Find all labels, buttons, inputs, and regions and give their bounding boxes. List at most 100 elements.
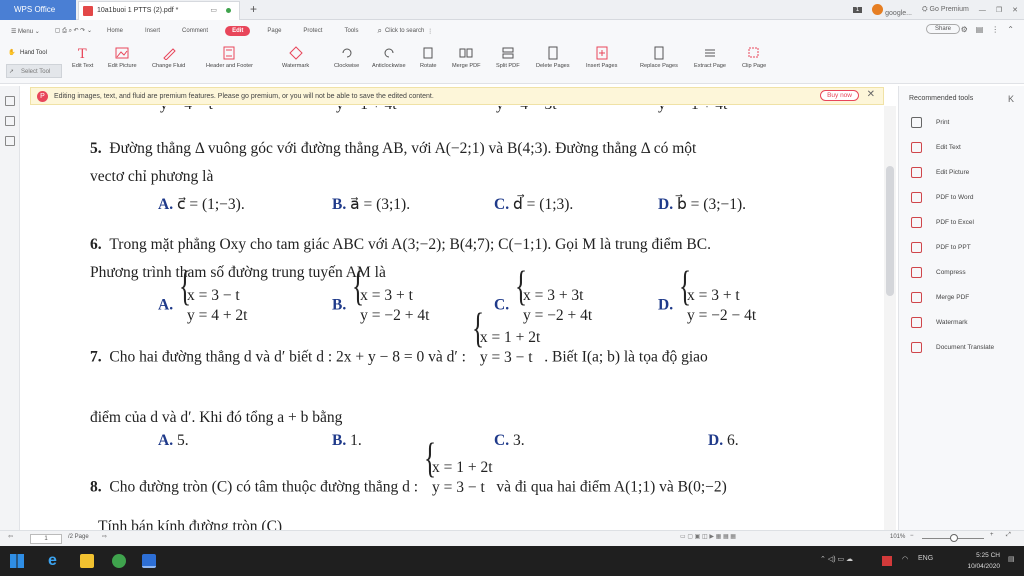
buy-now-button[interactable]: Buy now (820, 90, 859, 101)
rp-print[interactable]: Print (899, 110, 1024, 135)
edit-text-tool[interactable]: T Edit Text (72, 46, 93, 69)
rp-merge-pdf[interactable]: Merge PDF (899, 285, 1024, 310)
monitor-icon[interactable]: ▭ (210, 2, 217, 20)
selection-tools: ✋ Hand Tool ➚ Select Tool (6, 46, 62, 78)
tray-icons[interactable]: ⌃ ◁) ▭ ☁ (820, 555, 853, 563)
q5-option-c: C. d⃗ = (1;3). (494, 195, 573, 214)
file-explorer-icon[interactable] (80, 554, 94, 568)
pen-icon (162, 48, 176, 60)
account-button[interactable]: google... (872, 3, 912, 17)
zoom-in-icon[interactable]: + (990, 532, 994, 538)
q6-d-row1: x = 3 + t (686, 287, 740, 304)
go-premium-button[interactable]: ⛭ Go Premium (922, 6, 969, 14)
page-number-input[interactable]: 1 (30, 534, 62, 544)
prev-fragment-c: y = 4 − 3t (496, 106, 557, 114)
wifi-icon[interactable]: ◠ (902, 555, 908, 563)
close-window-button[interactable]: ✕ (1012, 6, 1018, 14)
fullscreen-icon[interactable]: ⤢ (1006, 532, 1011, 539)
menu-tools[interactable]: Tools (333, 28, 369, 34)
rp-edit-picture[interactable]: Edit Picture (899, 160, 1024, 185)
select-tool-label: Select Tool (21, 69, 51, 75)
split-pdf-tool[interactable]: Split PDF (496, 46, 520, 69)
merge-pdf-tool[interactable]: Merge PDF (452, 46, 481, 69)
zoom-slider-handle[interactable] (950, 534, 958, 542)
thumbnail-icon[interactable] (4, 116, 15, 126)
vertical-scrollbar[interactable] (884, 106, 896, 530)
extract-page-tool[interactable]: Extract Page (694, 46, 726, 69)
rp-pdf-to-ppt-label: PDF to PPT (936, 244, 971, 251)
change-fluid-tool[interactable]: Change Fluid (152, 46, 185, 69)
q6-b-label: B. (332, 296, 347, 314)
zoom-out-icon[interactable]: − (910, 533, 914, 539)
rp-pdf-to-excel[interactable]: PDF to Excel (899, 210, 1024, 235)
menu-protect[interactable]: Protect (292, 28, 333, 34)
q7-row1: x = 1 + 2t (479, 329, 541, 346)
new-tab-button[interactable]: + (250, 2, 257, 16)
language-indicator[interactable]: ENG (918, 555, 933, 562)
q6-option-a: A. x = 3 − t y = 4 + 2t (158, 286, 248, 326)
rp-watermark[interactable]: Watermark (899, 310, 1024, 335)
settings-icon[interactable]: ⚙ (961, 25, 968, 34)
menu-page[interactable]: Page (256, 28, 292, 34)
menu-insert[interactable]: Insert (134, 28, 171, 34)
search-box[interactable]: ⌕ Click to search ⋮ (369, 26, 433, 36)
next-page-icon[interactable]: ⇨ (102, 533, 107, 540)
q8-system: x = 1 + 2t y = 3 − t (422, 458, 493, 498)
app-tray-icon[interactable] (882, 556, 892, 566)
edit-picture-tool[interactable]: Edit Picture (108, 46, 137, 69)
edge-icon[interactable]: e (48, 553, 62, 569)
q5-c-label: C. (494, 196, 510, 213)
delete-pages-tool[interactable]: Delete Pages (536, 46, 570, 69)
prev-page-icon[interactable]: ⇦ (8, 533, 13, 540)
merge-icon (459, 48, 473, 58)
menu-button[interactable]: ☰ Menu ⌄ (0, 28, 51, 35)
app-tab[interactable]: WPS Office (0, 0, 76, 20)
collapse-panel-icon[interactable]: K (1008, 86, 1014, 112)
wps-taskbar-icon[interactable] (142, 554, 156, 568)
browser-icon[interactable] (112, 554, 126, 568)
replace-pages-tool[interactable]: Replace Pages (640, 46, 678, 69)
chevron-up-icon[interactable]: ⌃ (1007, 25, 1014, 34)
menu-comment[interactable]: Comment (171, 28, 219, 34)
layout-icon[interactable]: ▤ (976, 25, 984, 34)
notification-badge[interactable]: 1 (852, 7, 863, 13)
prev-fragment-a: y = 4 − t (160, 106, 213, 114)
notification-icon[interactable]: ▤ (1008, 555, 1015, 563)
windows-start-icon[interactable] (10, 554, 24, 568)
clip-page-tool[interactable]: Clip Page (742, 46, 766, 69)
close-banner-icon[interactable]: ✕ (867, 89, 875, 100)
clip-icon (748, 47, 759, 58)
quick-access-icons[interactable]: ▢ ⎙ ⌕ ↶ ↷ ⌄ (51, 27, 96, 35)
q6-b-row2: y = −2 + 4t (360, 307, 430, 324)
header-footer-tool[interactable]: Header and Footer (206, 46, 253, 69)
rp-document-translate[interactable]: Document Translate (899, 335, 1024, 360)
rotate-tool[interactable]: Rotate (420, 46, 436, 69)
hand-tool-button[interactable]: ✋ Hand Tool (6, 46, 62, 60)
rp-edit-text[interactable]: Edit Text (899, 135, 1024, 160)
minimize-button[interactable]: — (979, 7, 986, 14)
select-tool-button[interactable]: ➚ Select Tool (6, 64, 62, 78)
outline-icon[interactable] (4, 96, 15, 106)
share-button[interactable]: Share (925, 24, 960, 34)
clockwise-tool[interactable]: Clockwise (334, 46, 359, 69)
document-view[interactable]: y = 4 − t y = 1 + 4t y = 4 − 3t y = −1 +… (24, 106, 884, 530)
q7-a-label: A. (158, 432, 174, 449)
clock[interactable]: 5:25 CH 10/04/2020 (967, 550, 1000, 572)
q7-b-label: B. (332, 432, 347, 449)
replace-pages-label: Replace Pages (640, 63, 678, 69)
more-icon[interactable]: ⋮ (991, 25, 999, 34)
menu-edit[interactable]: Edit (225, 26, 251, 36)
rp-compress[interactable]: Compress (899, 260, 1024, 285)
rp-pdf-to-word[interactable]: PDF to Word (899, 185, 1024, 210)
bookmark-icon[interactable] (4, 136, 15, 146)
anticlockwise-tool[interactable]: Anticlockwise (372, 46, 406, 69)
scrollbar-thumb[interactable] (886, 166, 894, 296)
rp-pdf-to-ppt[interactable]: PDF to PPT (899, 235, 1024, 260)
view-mode-icons[interactable]: ▭ ▢ ▣ ◫ ▶ ▦ ▦ ▦ (680, 533, 736, 540)
watermark-tool[interactable]: Watermark (282, 46, 309, 69)
restore-button[interactable]: ❐ (996, 6, 1002, 14)
document-tab[interactable]: 10a1buoi 1 PTTS (2).pdf * ▭ (78, 1, 240, 20)
q5-d-text: b⃗ = (3;−1). (676, 196, 747, 213)
menu-home[interactable]: Home (96, 28, 134, 34)
insert-pages-tool[interactable]: Insert Pages (586, 46, 617, 69)
